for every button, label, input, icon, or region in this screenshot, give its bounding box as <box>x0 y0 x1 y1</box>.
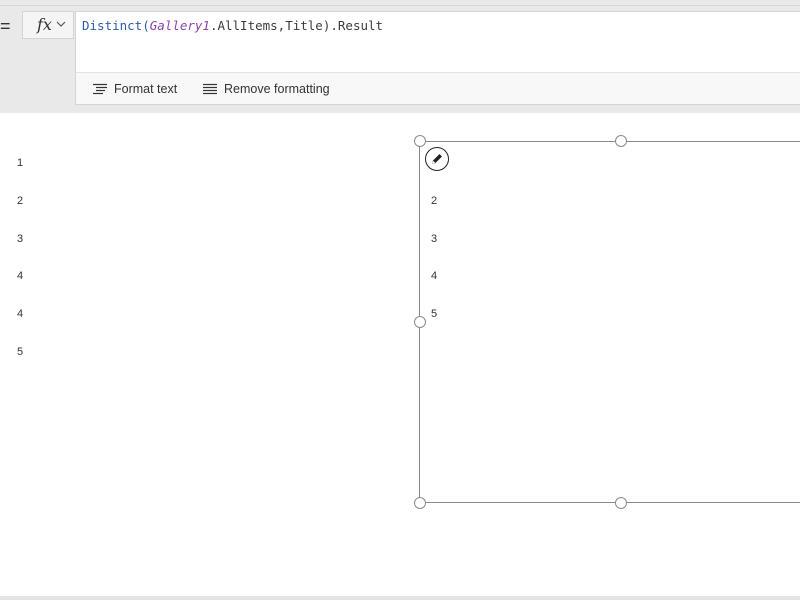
app-root: = fx Distinct(Gallery1.AllItems,Title).R… <box>0 0 800 600</box>
selected-gallery-item: 5 <box>431 308 438 320</box>
formula-function: Distinct( <box>82 18 150 33</box>
selected-gallery-item: 4 <box>431 270 438 282</box>
resize-handle-bottom-left[interactable] <box>414 497 426 509</box>
gallery-1-item: 5 <box>17 346 24 358</box>
formula-toolbar: Format text Remove formatting <box>75 72 800 105</box>
fx-label: fx <box>37 15 52 34</box>
format-text-label: Format text <box>114 82 178 96</box>
top-divider <box>0 5 800 6</box>
formula-bar-area: = fx Distinct(Gallery1.AllItems,Title).R… <box>0 0 800 113</box>
remove-formatting-icon <box>203 83 217 95</box>
gallery-1-item: 4 <box>17 270 24 282</box>
resize-handle-middle-left[interactable] <box>414 316 426 328</box>
selected-gallery-item: 2 <box>431 195 438 207</box>
gallery-1-item: 4 <box>17 308 24 320</box>
selected-gallery[interactable] <box>419 141 800 503</box>
remove-formatting-label: Remove formatting <box>224 82 330 96</box>
edit-gallery-button[interactable] <box>425 147 449 171</box>
equals-sign: = <box>0 16 11 36</box>
selected-gallery-item: 3 <box>431 233 438 245</box>
remove-formatting-button[interactable]: Remove formatting <box>202 79 342 99</box>
formula-control-ref: Gallery1 <box>149 18 210 33</box>
gallery-1-item: 3 <box>17 233 24 245</box>
format-text-icon <box>93 83 107 95</box>
bottom-edge <box>0 596 800 600</box>
chevron-down-icon <box>56 21 66 27</box>
gallery-1-item: 1 <box>17 157 24 169</box>
formula-rest: .AllItems,Title).Result <box>209 18 384 33</box>
format-text-button[interactable]: Format text <box>92 79 192 99</box>
pencil-icon <box>432 154 442 164</box>
formula-input[interactable]: Distinct(Gallery1.AllItems,Title).Result <box>75 11 800 72</box>
formula-text: Distinct(Gallery1.AllItems,Title).Result <box>82 18 383 33</box>
resize-handle-bottom-middle[interactable] <box>615 497 627 509</box>
resize-handle-top-left[interactable] <box>414 135 426 147</box>
resize-handle-top-middle[interactable] <box>615 135 627 147</box>
fx-dropdown-button[interactable]: fx <box>22 11 74 39</box>
gallery-1-item: 2 <box>17 195 24 207</box>
